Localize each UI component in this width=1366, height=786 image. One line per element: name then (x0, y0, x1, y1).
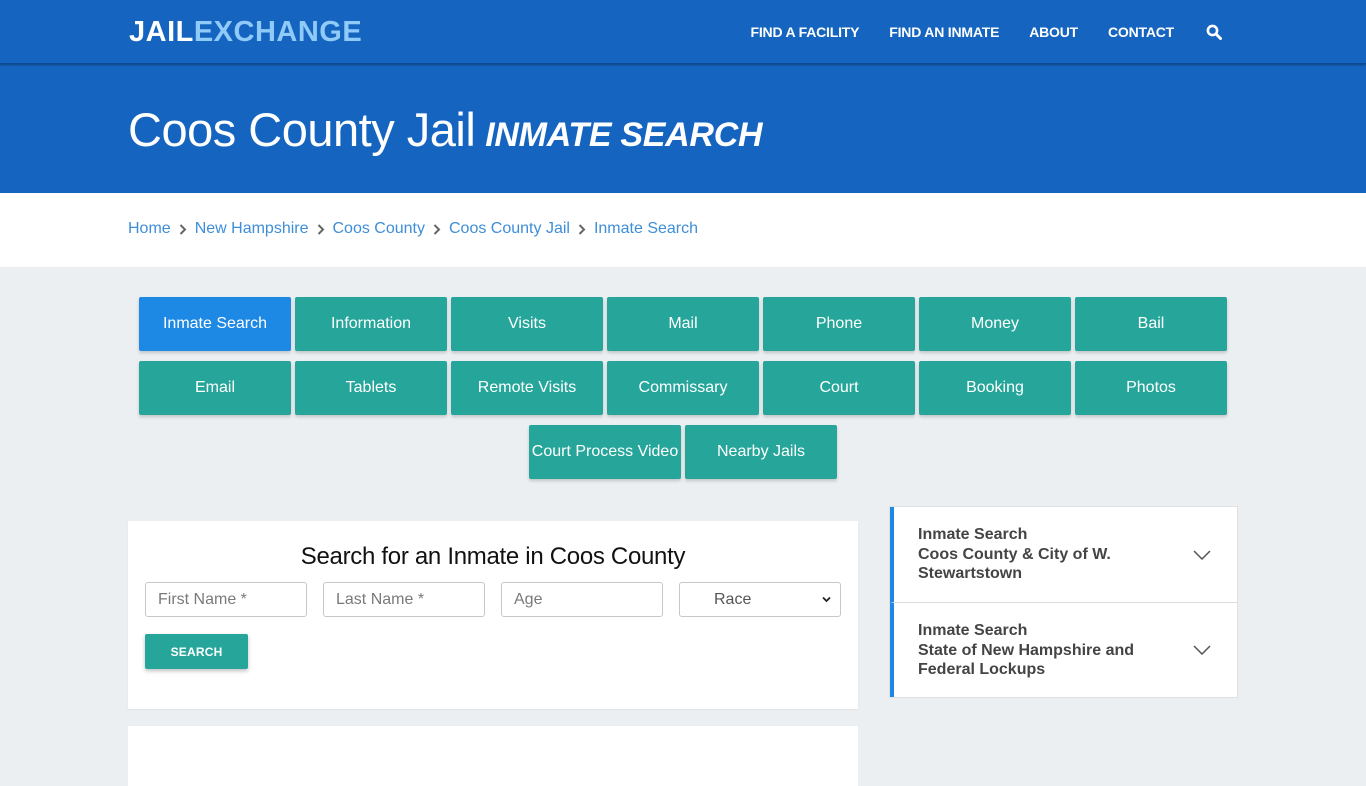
last-name-input[interactable] (323, 582, 485, 617)
tab-remote-visits[interactable]: Remote Visits (451, 361, 603, 415)
race-select-value: Race (714, 591, 752, 608)
tab-row: Inmate Search Information Visits Mail Ph… (137, 297, 1229, 351)
tab-photos[interactable]: Photos (1075, 361, 1227, 415)
breadcrumb-home[interactable]: Home (128, 220, 171, 238)
race-select[interactable]: Race (679, 582, 841, 617)
page-title-facility: Coos County Jail (128, 103, 476, 156)
logo-jail: JAIL (129, 16, 194, 48)
nav-find-inmate[interactable]: FIND AN INMATE (889, 24, 999, 40)
tab-information[interactable]: Information (295, 297, 447, 351)
first-name-input[interactable] (145, 582, 307, 617)
tab-phone[interactable]: Phone (763, 297, 915, 351)
accordion-item-title: Inmate Search (918, 526, 1028, 543)
main-nav: FIND A FACILITY FIND AN INMATE ABOUT CON… (751, 0, 1366, 64)
tab-inmate-search[interactable]: Inmate Search (139, 297, 291, 351)
nav-search-button[interactable] (1204, 22, 1224, 42)
site-logo[interactable]: JAILEXCHANGE (129, 15, 362, 49)
top-navbar: JAILEXCHANGE FIND A FACILITY FIND AN INM… (0, 0, 1366, 64)
chevron-right-icon (309, 221, 333, 237)
tab-commissary[interactable]: Commissary (607, 361, 759, 415)
search-icon (1206, 24, 1222, 40)
tab-booking[interactable]: Booking (919, 361, 1071, 415)
chevron-right-icon (425, 221, 449, 237)
tab-row: Email Tablets Remote Visits Commissary C… (137, 361, 1229, 415)
breadcrumb-state[interactable]: New Hampshire (195, 220, 309, 238)
age-input[interactable] (501, 582, 663, 617)
chevron-down-icon (1193, 549, 1211, 560)
tab-row: Court Process Video Nearby Jails (137, 425, 1229, 479)
search-heading: Search for an Inmate in Coos County (300, 543, 686, 570)
tab-nearby-jails[interactable]: Nearby Jails (685, 425, 837, 479)
tab-visits[interactable]: Visits (451, 297, 603, 351)
accordion-item-county-search[interactable]: Inmate Search Coos County & City of W. S… (890, 507, 1237, 602)
breadcrumb-bar: Home New Hampshire Coos County Coos Coun… (0, 193, 1366, 267)
chevron-down-icon (1193, 645, 1211, 655)
chevron-down-icon (822, 596, 831, 603)
accordion-item-title: Inmate Search (918, 622, 1028, 639)
inmate-search-card: Search for an Inmate in Coos County Race… (128, 521, 858, 709)
tab-tablets[interactable]: Tablets (295, 361, 447, 415)
nav-find-facility[interactable]: FIND A FACILITY (751, 24, 860, 40)
tab-bail[interactable]: Bail (1075, 297, 1227, 351)
tab-court-process-video[interactable]: Court Process Video (529, 425, 681, 479)
hero-banner: Coos County Jail INMATE SEARCH (0, 64, 1366, 193)
nav-about[interactable]: ABOUT (1029, 24, 1078, 40)
accordion-item-subtitle: Coos County & City of W. Stewartstown (918, 545, 1111, 583)
tab-money[interactable]: Money (919, 297, 1071, 351)
accordion-item-state-search[interactable]: Inmate Search State of New Hampshire and… (890, 602, 1237, 697)
tab-email[interactable]: Email (139, 361, 291, 415)
breadcrumb-facility[interactable]: Coos County Jail (449, 220, 570, 238)
tab-mail[interactable]: Mail (607, 297, 759, 351)
page-title: Coos County Jail INMATE SEARCH (128, 102, 763, 157)
page-title-section: INMATE SEARCH (485, 116, 763, 154)
accordion-item-subtitle: State of New Hampshire and Federal Locku… (918, 641, 1135, 679)
tab-court[interactable]: Court (763, 361, 915, 415)
chevron-right-icon (171, 221, 195, 237)
nav-contact[interactable]: CONTACT (1108, 24, 1174, 40)
logo-exchange: EXCHANGE (193, 16, 363, 48)
content-card (128, 726, 858, 786)
search-button[interactable]: SEARCH (145, 634, 248, 669)
chevron-right-icon (570, 221, 594, 237)
breadcrumb: Home New Hampshire Coos County Coos Coun… (128, 220, 698, 238)
breadcrumb-county[interactable]: Coos County (333, 220, 426, 238)
breadcrumb-current[interactable]: Inmate Search (594, 220, 698, 238)
facility-tab-grid: Inmate Search Information Visits Mail Ph… (137, 297, 1229, 489)
sidebar-accordion: Inmate Search Coos County & City of W. S… (889, 506, 1238, 698)
